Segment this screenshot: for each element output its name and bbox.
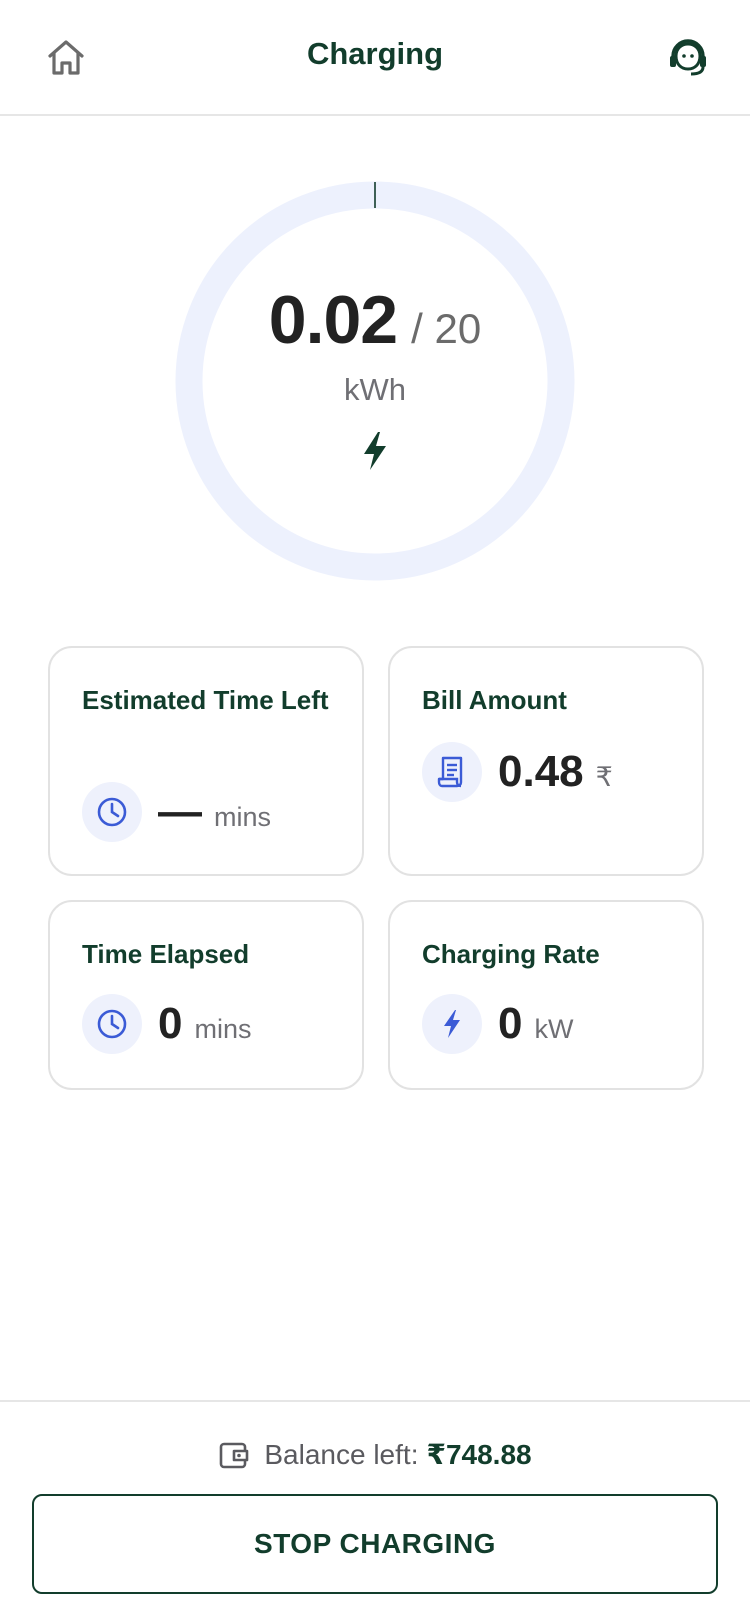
bolt-icon	[422, 994, 482, 1054]
bolt-icon	[357, 429, 393, 473]
time-elapsed-unit: mins	[194, 1013, 252, 1044]
charging-rate-value: 0	[498, 999, 523, 1048]
support-button[interactable]	[662, 34, 714, 84]
energy-limit: / 20	[411, 305, 482, 352]
energy-unit: kWh	[344, 372, 406, 407]
energy-value: 0.02	[268, 282, 398, 358]
estimated-time-unit: mins	[214, 801, 272, 832]
charging-rate-unit: kW	[534, 1013, 574, 1044]
receipt-icon	[422, 742, 482, 802]
wallet-icon	[218, 1440, 250, 1470]
page-title: Charging	[306, 36, 444, 71]
time-elapsed-label: Time Elapsed	[82, 939, 250, 969]
bill-amount-label: Bill Amount	[422, 685, 567, 715]
stop-charging-button[interactable]: STOP CHARGING	[32, 1494, 718, 1594]
charging-rate-label: Charging Rate	[422, 939, 600, 969]
time-elapsed-value: 0	[158, 999, 183, 1048]
estimated-time-label: Estimated Time Left	[82, 685, 329, 715]
clock-icon	[82, 782, 142, 842]
app-header: Charging	[0, 0, 750, 116]
estimated-time-card: Estimated Time Left — mins	[48, 646, 364, 876]
bill-amount-value: 0.48	[498, 747, 584, 796]
estimated-time-value: —	[158, 787, 202, 836]
bill-amount-unit: ₹	[595, 761, 613, 792]
headset-support-icon	[666, 36, 710, 83]
time-elapsed-card: Time Elapsed 0 mins	[48, 900, 364, 1090]
charging-rate-card: Charging Rate 0 kW	[388, 900, 704, 1090]
energy-gauge: 0.02 / 20 kWh	[175, 181, 575, 581]
balance-amount: ₹748.88	[426, 1439, 532, 1470]
bottom-action-bar: Balance left: ₹748.88 STOP CHARGING	[0, 1400, 750, 1624]
bill-amount-card: Bill Amount 0.48 ₹	[388, 646, 704, 876]
clock-icon	[82, 994, 142, 1054]
balance-info: Balance left: ₹748.88	[0, 1438, 750, 1471]
gauge-readout: 0.02 / 20 kWh	[175, 181, 575, 581]
balance-label: Balance left:	[264, 1438, 419, 1470]
